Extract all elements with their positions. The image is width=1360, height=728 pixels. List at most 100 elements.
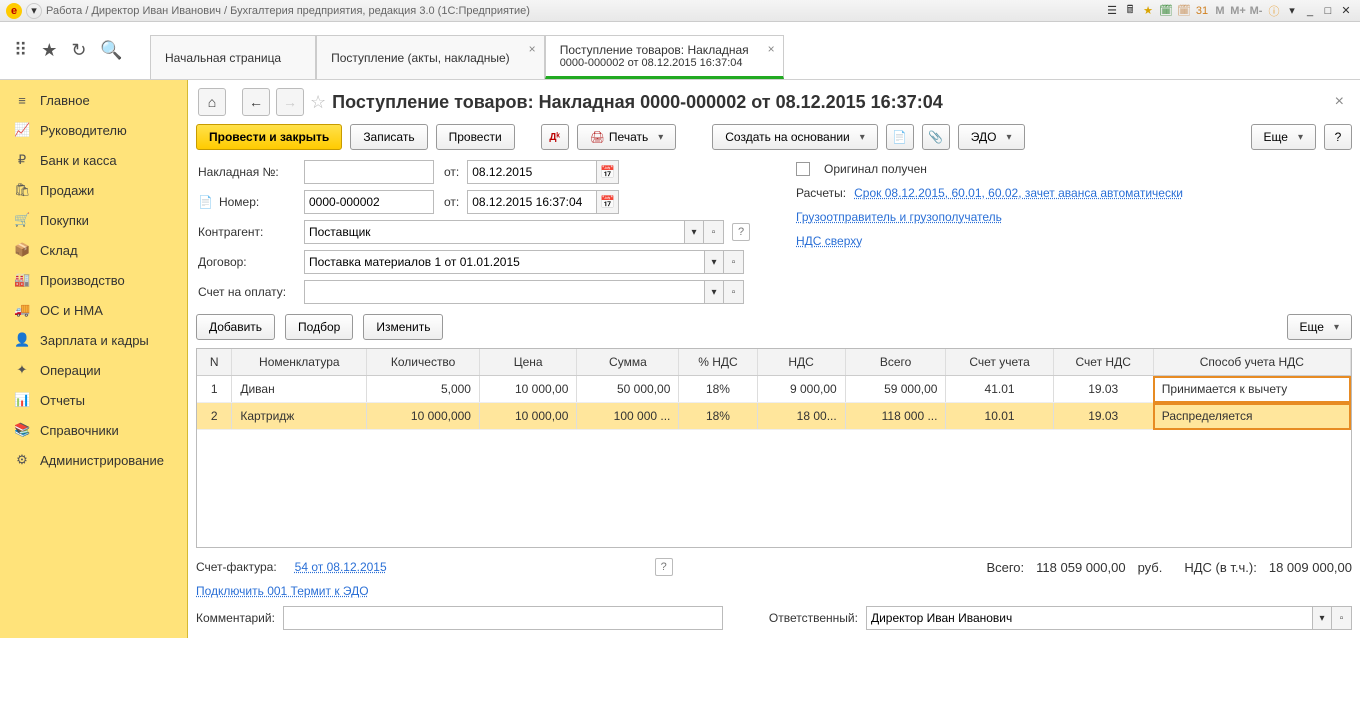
cell[interactable]: Диван [232, 376, 367, 403]
add-row-button[interactable]: Добавить [196, 314, 275, 340]
open-icon[interactable]: ▫ [724, 280, 744, 304]
help-icon[interactable]: ? [655, 558, 673, 576]
col-header[interactable]: Сумма [577, 349, 679, 376]
tb-m[interactable]: M [1212, 3, 1228, 19]
window-min-icon[interactable]: _ [1302, 3, 1318, 19]
sidebar-item[interactable]: 🛍Продажи [0, 175, 187, 205]
tab-current-doc[interactable]: Поступление товаров: Накладная 0000-0000… [545, 35, 784, 79]
tab-close-icon[interactable]: × [768, 42, 775, 56]
apps-icon[interactable]: ⠿ [14, 40, 27, 61]
col-header[interactable]: % НДС [679, 349, 757, 376]
create-based-button[interactable]: Создать на основании [712, 124, 878, 150]
open-icon[interactable]: ▫ [724, 250, 744, 274]
cell[interactable]: Картридж [232, 403, 367, 430]
cell[interactable]: 10 000,00 [479, 403, 576, 430]
cell[interactable]: 10 000,000 [367, 403, 480, 430]
pick-button[interactable]: Подбор [285, 314, 353, 340]
tb-ico-6[interactable]: 31 [1194, 3, 1210, 19]
page-close-icon[interactable]: × [1329, 93, 1350, 111]
sidebar-item[interactable]: 🛒Покупки [0, 205, 187, 235]
sidebar-item[interactable]: 📈Руководителю [0, 115, 187, 145]
col-header[interactable]: Способ учета НДС [1153, 349, 1350, 376]
sidebar-item[interactable]: 📚Справочники [0, 415, 187, 445]
attach-button[interactable]: 📎 [922, 124, 950, 150]
resp-input[interactable] [866, 606, 1312, 630]
report-button[interactable]: 📄 [886, 124, 914, 150]
gruz-link[interactable]: Грузоотправитель и грузополучатель [796, 210, 1002, 224]
col-header[interactable]: НДС [757, 349, 845, 376]
open-icon[interactable]: ▫ [704, 220, 724, 244]
cell[interactable]: 19.03 [1053, 376, 1153, 403]
col-header[interactable]: Счет НДС [1053, 349, 1153, 376]
post-and-close-button[interactable]: Провести и закрыть [196, 124, 342, 150]
cell[interactable]: 18 00... [757, 403, 845, 430]
sidebar-item[interactable]: 📦Склад [0, 235, 187, 265]
cell[interactable]: 9 000,00 [757, 376, 845, 403]
home-button[interactable]: ⌂ [198, 88, 226, 116]
tb-ico-5[interactable]: 🗓 [1176, 3, 1192, 19]
sidebar-item[interactable]: 🚚ОС и НМА [0, 295, 187, 325]
col-header[interactable]: Количество [367, 349, 480, 376]
cell[interactable]: 18% [679, 403, 757, 430]
dropdown-icon[interactable]: ▾ [684, 220, 704, 244]
dropdown-icon[interactable]: ▾ [26, 3, 42, 19]
edo-connect-link[interactable]: Подключить 001 Термит к ЭДО [196, 584, 369, 598]
sidebar-item[interactable]: ⚙Администрирование [0, 445, 187, 475]
sidebar-item[interactable]: 👤Зарплата и кадры [0, 325, 187, 355]
cell[interactable]: 1 [197, 376, 232, 403]
search-icon[interactable]: 🔍 [100, 40, 122, 61]
sidebar-item[interactable]: 📊Отчеты [0, 385, 187, 415]
dropdown-icon[interactable]: ▾ [704, 280, 724, 304]
col-header[interactable]: Счет учета [946, 349, 1053, 376]
sidebar-item[interactable]: 🏭Производство [0, 265, 187, 295]
dropdown-icon[interactable]: ▾ [1312, 606, 1332, 630]
table-row[interactable]: 1Диван5,00010 000,0050 000,0018%9 000,00… [197, 376, 1351, 403]
tab-home[interactable]: Начальная страница [150, 35, 316, 79]
cell[interactable]: 5,000 [367, 376, 480, 403]
sidebar-item[interactable]: ₽Банк и касса [0, 145, 187, 175]
table-row[interactable]: 2Картридж10 000,00010 000,00100 000 ...1… [197, 403, 1351, 430]
edo-button[interactable]: ЭДО [958, 124, 1025, 150]
post-button[interactable]: Провести [436, 124, 515, 150]
cell[interactable]: 50 000,00 [577, 376, 679, 403]
tab-receipts[interactable]: Поступление (акты, накладные)× [316, 35, 545, 79]
schet-input[interactable] [304, 280, 704, 304]
table-more-button[interactable]: Еще [1287, 314, 1352, 340]
change-button[interactable]: Изменить [363, 314, 443, 340]
sidebar-item[interactable]: ≡Главное [0, 86, 187, 115]
window-max-icon[interactable]: □ [1320, 3, 1336, 19]
forward-button[interactable]: → [276, 88, 304, 116]
contragent-input[interactable] [304, 220, 684, 244]
sf-link[interactable]: 54 от 08.12.2015 [295, 560, 387, 574]
tb-dd-icon[interactable]: ▾ [1284, 3, 1300, 19]
cell[interactable]: 41.01 [946, 376, 1053, 403]
cell[interactable]: 100 000 ... [577, 403, 679, 430]
col-header[interactable]: Номенклатура [232, 349, 367, 376]
tb-ico-1[interactable]: ☰ [1104, 3, 1120, 19]
dogovor-input[interactable] [304, 250, 704, 274]
col-header[interactable]: Всего [845, 349, 946, 376]
date1-input[interactable] [467, 160, 597, 184]
open-icon[interactable]: ▫ [1332, 606, 1352, 630]
dk-button[interactable]: Дᵏ [541, 124, 569, 150]
history-icon[interactable]: ↻ [71, 40, 86, 61]
original-checkbox[interactable] [796, 162, 810, 176]
cell[interactable]: Принимается к вычету [1153, 376, 1350, 403]
cell[interactable]: 19.03 [1053, 403, 1153, 430]
cell[interactable]: 2 [197, 403, 232, 430]
tb-mminus[interactable]: M- [1248, 3, 1264, 19]
raschety-link[interactable]: Срок 08.12.2015, 60.01, 60.02, зачет ава… [854, 186, 1183, 200]
tb-mplus[interactable]: M+ [1230, 3, 1246, 19]
dropdown-icon[interactable]: ▾ [704, 250, 724, 274]
tb-ico-2[interactable]: 🖩 [1122, 3, 1138, 19]
tb-ico-3[interactable]: ★ [1140, 3, 1156, 19]
print-button[interactable]: 🖨 Печать [577, 124, 677, 150]
calendar-icon[interactable]: 📅 [597, 190, 619, 214]
datetime-input[interactable] [467, 190, 597, 214]
cell[interactable]: 59 000,00 [845, 376, 946, 403]
sidebar-item[interactable]: ✦Операции [0, 355, 187, 385]
cell[interactable]: 10 000,00 [479, 376, 576, 403]
tb-help-icon[interactable]: ⓘ [1266, 3, 1282, 19]
naklad-input[interactable] [304, 160, 434, 184]
more-button[interactable]: Еще [1251, 124, 1316, 150]
